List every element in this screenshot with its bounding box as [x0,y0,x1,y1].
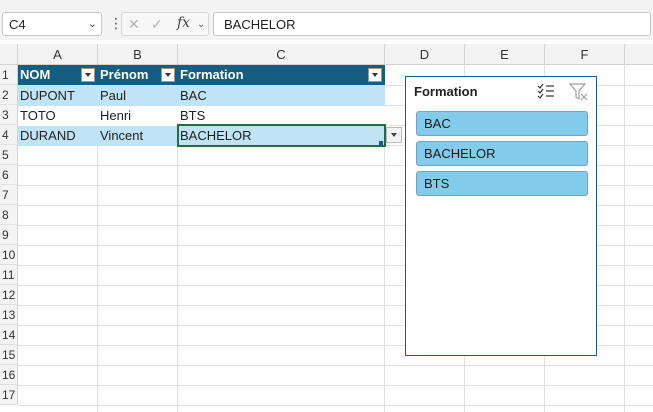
col-header-a[interactable]: A [18,44,98,65]
formula-bar: C4 ⌄ ⋮ ✕ ✓ fx ⌄ BACHELOR [0,0,653,40]
row-header-17[interactable]: 17 [0,385,18,405]
table-cell[interactable]: DURAND [18,126,98,146]
row-header-13[interactable]: 13 [0,305,18,325]
table-cell[interactable]: BAC [178,86,385,106]
formula-value: BACHELOR [224,17,296,32]
col-header-d[interactable]: D [385,44,465,65]
header-label: Prénom [100,67,149,82]
select-all-corner[interactable] [0,44,18,65]
table-cell[interactable]: BTS [178,106,385,126]
table-cell[interactable]: Paul [98,86,178,106]
formula-input[interactable]: BACHELOR [213,12,651,36]
cell-dropdown-button[interactable] [386,127,402,143]
row-header-9[interactable]: 9 [0,225,18,245]
filter-dropdown-icon[interactable] [368,68,382,82]
slicer-item-bts[interactable]: BTS [416,171,588,196]
table-header-formation[interactable]: Formation [178,65,385,85]
row-header-15[interactable]: 15 [0,345,18,365]
table-cell[interactable]: TOTO [18,106,98,126]
col-header-f[interactable]: F [545,44,625,65]
active-cell-selection [177,124,386,147]
filter-dropdown-icon[interactable] [161,68,175,82]
row-header-5[interactable]: 5 [0,145,18,165]
slicer-formation[interactable]: Formation BAC BACHELOR BTS [405,76,597,356]
slicer-item-bac[interactable]: BAC [416,111,588,136]
multi-select-icon[interactable] [537,82,555,100]
chevron-down-icon[interactable]: ⌄ [197,19,205,30]
col-header-e[interactable]: E [465,44,545,65]
cancel-icon[interactable]: ✕ [128,16,140,33]
table-resize-handle[interactable] [379,141,383,145]
row-header-1[interactable]: 1 [0,65,18,85]
chevron-down-icon[interactable]: ⌄ [88,17,97,30]
fx-icon[interactable]: fx [177,15,190,31]
row-header-16[interactable]: 16 [0,365,18,385]
row-header-7[interactable]: 7 [0,185,18,205]
name-box-value: C4 [9,17,26,32]
filter-dropdown-icon[interactable] [81,68,95,82]
more-options-icon[interactable]: ⋮ [109,14,123,32]
table-cell[interactable]: Vincent [98,126,178,146]
col-header-c[interactable]: C [178,44,385,65]
clear-filter-icon[interactable] [569,82,589,102]
header-label: NOM [20,67,51,82]
row-header-3[interactable]: 3 [0,105,18,125]
row-header-4[interactable]: 4 [0,125,18,145]
table-cell[interactable]: Henri [98,106,178,126]
row-header-2[interactable]: 2 [0,85,18,105]
table-cell[interactable]: DUPONT [18,86,98,106]
row-header-10[interactable]: 10 [0,245,18,265]
row-header-14[interactable]: 14 [0,325,18,345]
slicer-item-bachelor[interactable]: BACHELOR [416,141,588,166]
row-header-6[interactable]: 6 [0,165,18,185]
row-header-11[interactable]: 11 [0,265,18,285]
slicer-title: Formation [414,84,478,99]
col-header-b[interactable]: B [98,44,178,65]
formula-controls: ✕ ✓ fx ⌄ [121,12,209,36]
row-header-8[interactable]: 8 [0,205,18,225]
name-box[interactable]: C4 ⌄ [2,12,102,36]
check-icon[interactable]: ✓ [151,16,163,33]
col-header-g[interactable] [625,44,653,65]
row-header-12[interactable]: 12 [0,285,18,305]
header-label: Formation [180,67,244,82]
